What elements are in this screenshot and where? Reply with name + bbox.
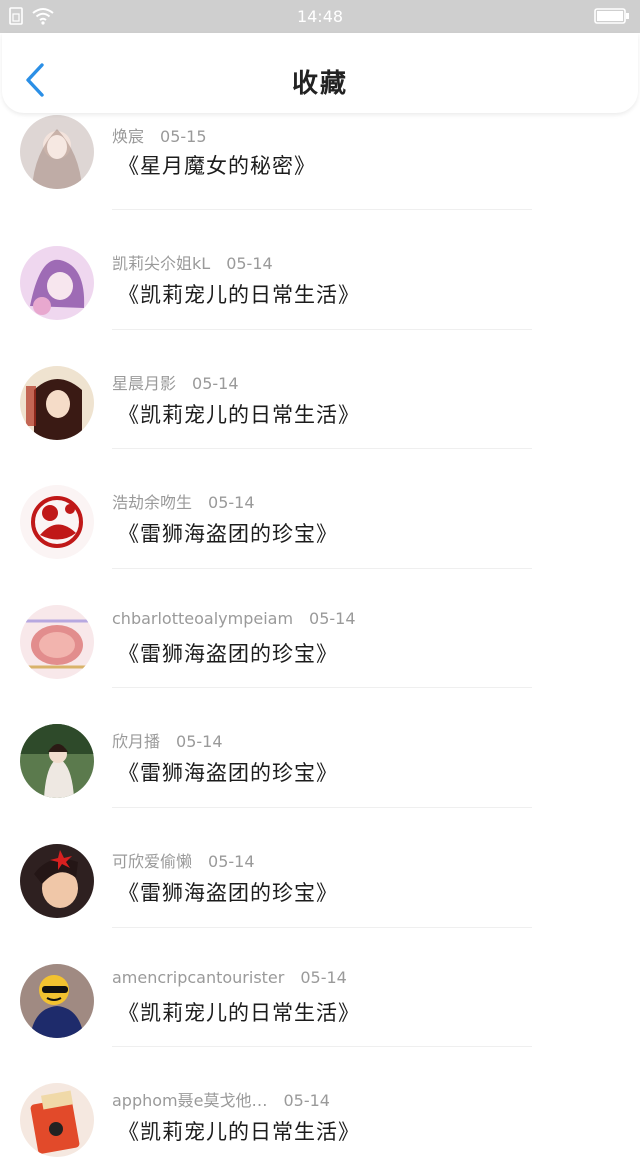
username: 浩劫余吻生 xyxy=(112,493,193,513)
date: 05-14 xyxy=(192,373,239,393)
item-meta: 星晨月影 05-14 xyxy=(112,370,239,394)
username: 可欣爱偷懒 xyxy=(112,851,193,871)
status-bar: 14:48 xyxy=(0,0,640,33)
item-meta: 欣月播 05-14 xyxy=(112,728,223,752)
date: 05-14 xyxy=(300,967,347,987)
avatar xyxy=(20,1083,94,1158)
avatar xyxy=(20,485,94,560)
avatar xyxy=(20,246,94,320)
item-meta: 凯莉尖尒姐kL 05-14 xyxy=(112,250,273,274)
date: 05-14 xyxy=(226,254,273,273)
date: 05-14 xyxy=(208,851,255,871)
date: 05-15 xyxy=(160,127,207,146)
item-meta: amencripcantourister 05-14 xyxy=(112,968,347,987)
username: 焕宸 xyxy=(112,127,145,146)
item-meta: 焕宸 05-15 xyxy=(112,123,207,147)
username: 凯莉尖尒姐kL xyxy=(112,254,211,273)
list-item[interactable]: 焕宸 05-15 《星月魔女的秘密》 xyxy=(0,113,640,210)
list-item[interactable]: amencripcantourister 05-14 《凯莉宠儿的日常生活》 xyxy=(0,928,640,1048)
item-title: 《雷狮海盗团的珍宝》 xyxy=(118,880,338,905)
item-title: 《凯莉宠儿的日常生活》 xyxy=(118,402,360,427)
list-item[interactable]: 可欣爱偷懒 05-14 《雷狮海盗团的珍宝》 xyxy=(0,808,640,928)
list-item[interactable]: apphom聂e莫戈他… 05-14 《凯莉宠儿的日常生活》 xyxy=(0,1047,640,1167)
item-title: 《凯莉宠儿的日常生活》 xyxy=(118,1120,360,1145)
item-title: 《雷狮海盗团的珍宝》 xyxy=(118,641,338,666)
status-time: 14:48 xyxy=(296,7,344,26)
avatar xyxy=(20,843,94,918)
item-title: 《雷狮海盗团的珍宝》 xyxy=(118,761,338,786)
username: 星晨月影 xyxy=(112,373,177,393)
nav-header: 收藏 xyxy=(2,33,638,113)
list-item[interactable]: 星晨月影 05-14 《凯莉宠儿的日常生活》 xyxy=(0,330,640,450)
username: apphom聂e莫戈他… xyxy=(112,1091,268,1111)
item-title: 《凯莉宠儿的日常生活》 xyxy=(118,1000,360,1025)
battery-icon xyxy=(594,8,630,28)
date: 05-14 xyxy=(283,1091,330,1111)
username: 欣月播 xyxy=(112,732,161,752)
item-title: 《雷狮海盗团的珍宝》 xyxy=(118,522,338,547)
avatar xyxy=(20,963,94,1038)
avatar xyxy=(20,604,94,679)
item-meta: apphom聂e莫戈他… 05-14 xyxy=(112,1087,330,1111)
item-title: 《星月魔女的秘密》 xyxy=(118,154,316,178)
list-item[interactable]: 凯莉尖尒姐kL 05-14 《凯莉宠儿的日常生活》 xyxy=(0,210,640,330)
date: 05-14 xyxy=(176,732,223,752)
item-meta: 浩劫余吻生 05-14 xyxy=(112,489,255,513)
avatar xyxy=(20,365,94,440)
item-meta: 可欣爱偷懒 05-14 xyxy=(112,848,255,872)
date: 05-14 xyxy=(309,608,356,628)
item-meta: chbarlotteoalympeiam 05-14 xyxy=(112,609,356,628)
item-title: 《凯莉宠儿的日常生活》 xyxy=(118,283,360,307)
username: chbarlotteoalympeiam xyxy=(112,608,294,628)
avatar xyxy=(20,115,94,189)
username: amencripcantourister xyxy=(112,967,285,987)
list-item[interactable]: 欣月播 05-14 《雷狮海盗团的珍宝》 xyxy=(0,688,640,808)
page-title: 收藏 xyxy=(291,69,348,99)
list-item[interactable]: chbarlotteoalympeiam 05-14 《雷狮海盗团的珍宝》 xyxy=(0,569,640,689)
favorites-list: 焕宸 05-15 《星月魔女的秘密》 凯莉尖尒姐kL 05-14 《凯莉宠儿的日常生… xyxy=(0,113,640,1167)
date: 05-14 xyxy=(208,493,255,513)
list-item[interactable]: 浩劫余吻生 05-14 《雷狮海盗团的珍宝》 xyxy=(0,449,640,569)
avatar xyxy=(20,724,94,799)
